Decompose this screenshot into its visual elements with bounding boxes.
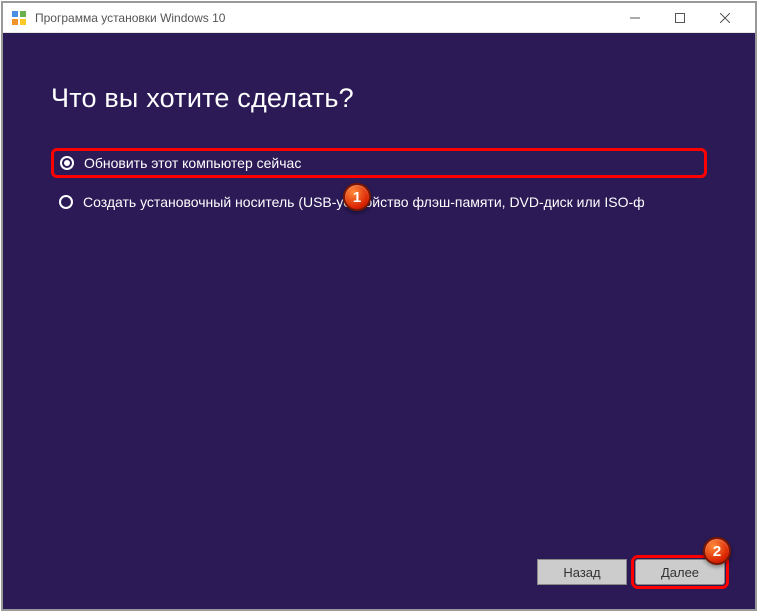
back-button[interactable]: Назад xyxy=(537,559,627,585)
radio-icon xyxy=(59,195,73,209)
option-create-media[interactable]: Создать установочный носитель (USB-устро… xyxy=(51,188,707,216)
option-upgrade-now[interactable]: Обновить этот компьютер сейчас xyxy=(51,148,707,178)
radio-icon xyxy=(60,156,74,170)
app-icon xyxy=(11,10,27,26)
radio-group: Обновить этот компьютер сейчас Создать у… xyxy=(51,148,707,216)
maximize-button[interactable] xyxy=(657,3,702,33)
minimize-button[interactable] xyxy=(612,3,657,33)
option-label: Обновить этот компьютер сейчас xyxy=(84,155,301,171)
titlebar: Программа установки Windows 10 xyxy=(3,3,755,33)
content-area: Что вы хотите сделать? Обновить этот ком… xyxy=(3,33,755,609)
close-button[interactable] xyxy=(702,3,747,33)
annotation-marker-2: 2 xyxy=(703,537,731,565)
annotation-marker-1: 1 xyxy=(343,183,371,211)
page-heading: Что вы хотите сделать? xyxy=(51,83,707,114)
window-controls xyxy=(612,3,747,33)
footer-buttons: Назад Далее xyxy=(537,559,725,585)
window-frame: Программа установки Windows 10 Что вы хо… xyxy=(1,1,757,611)
window-title: Программа установки Windows 10 xyxy=(35,11,612,25)
